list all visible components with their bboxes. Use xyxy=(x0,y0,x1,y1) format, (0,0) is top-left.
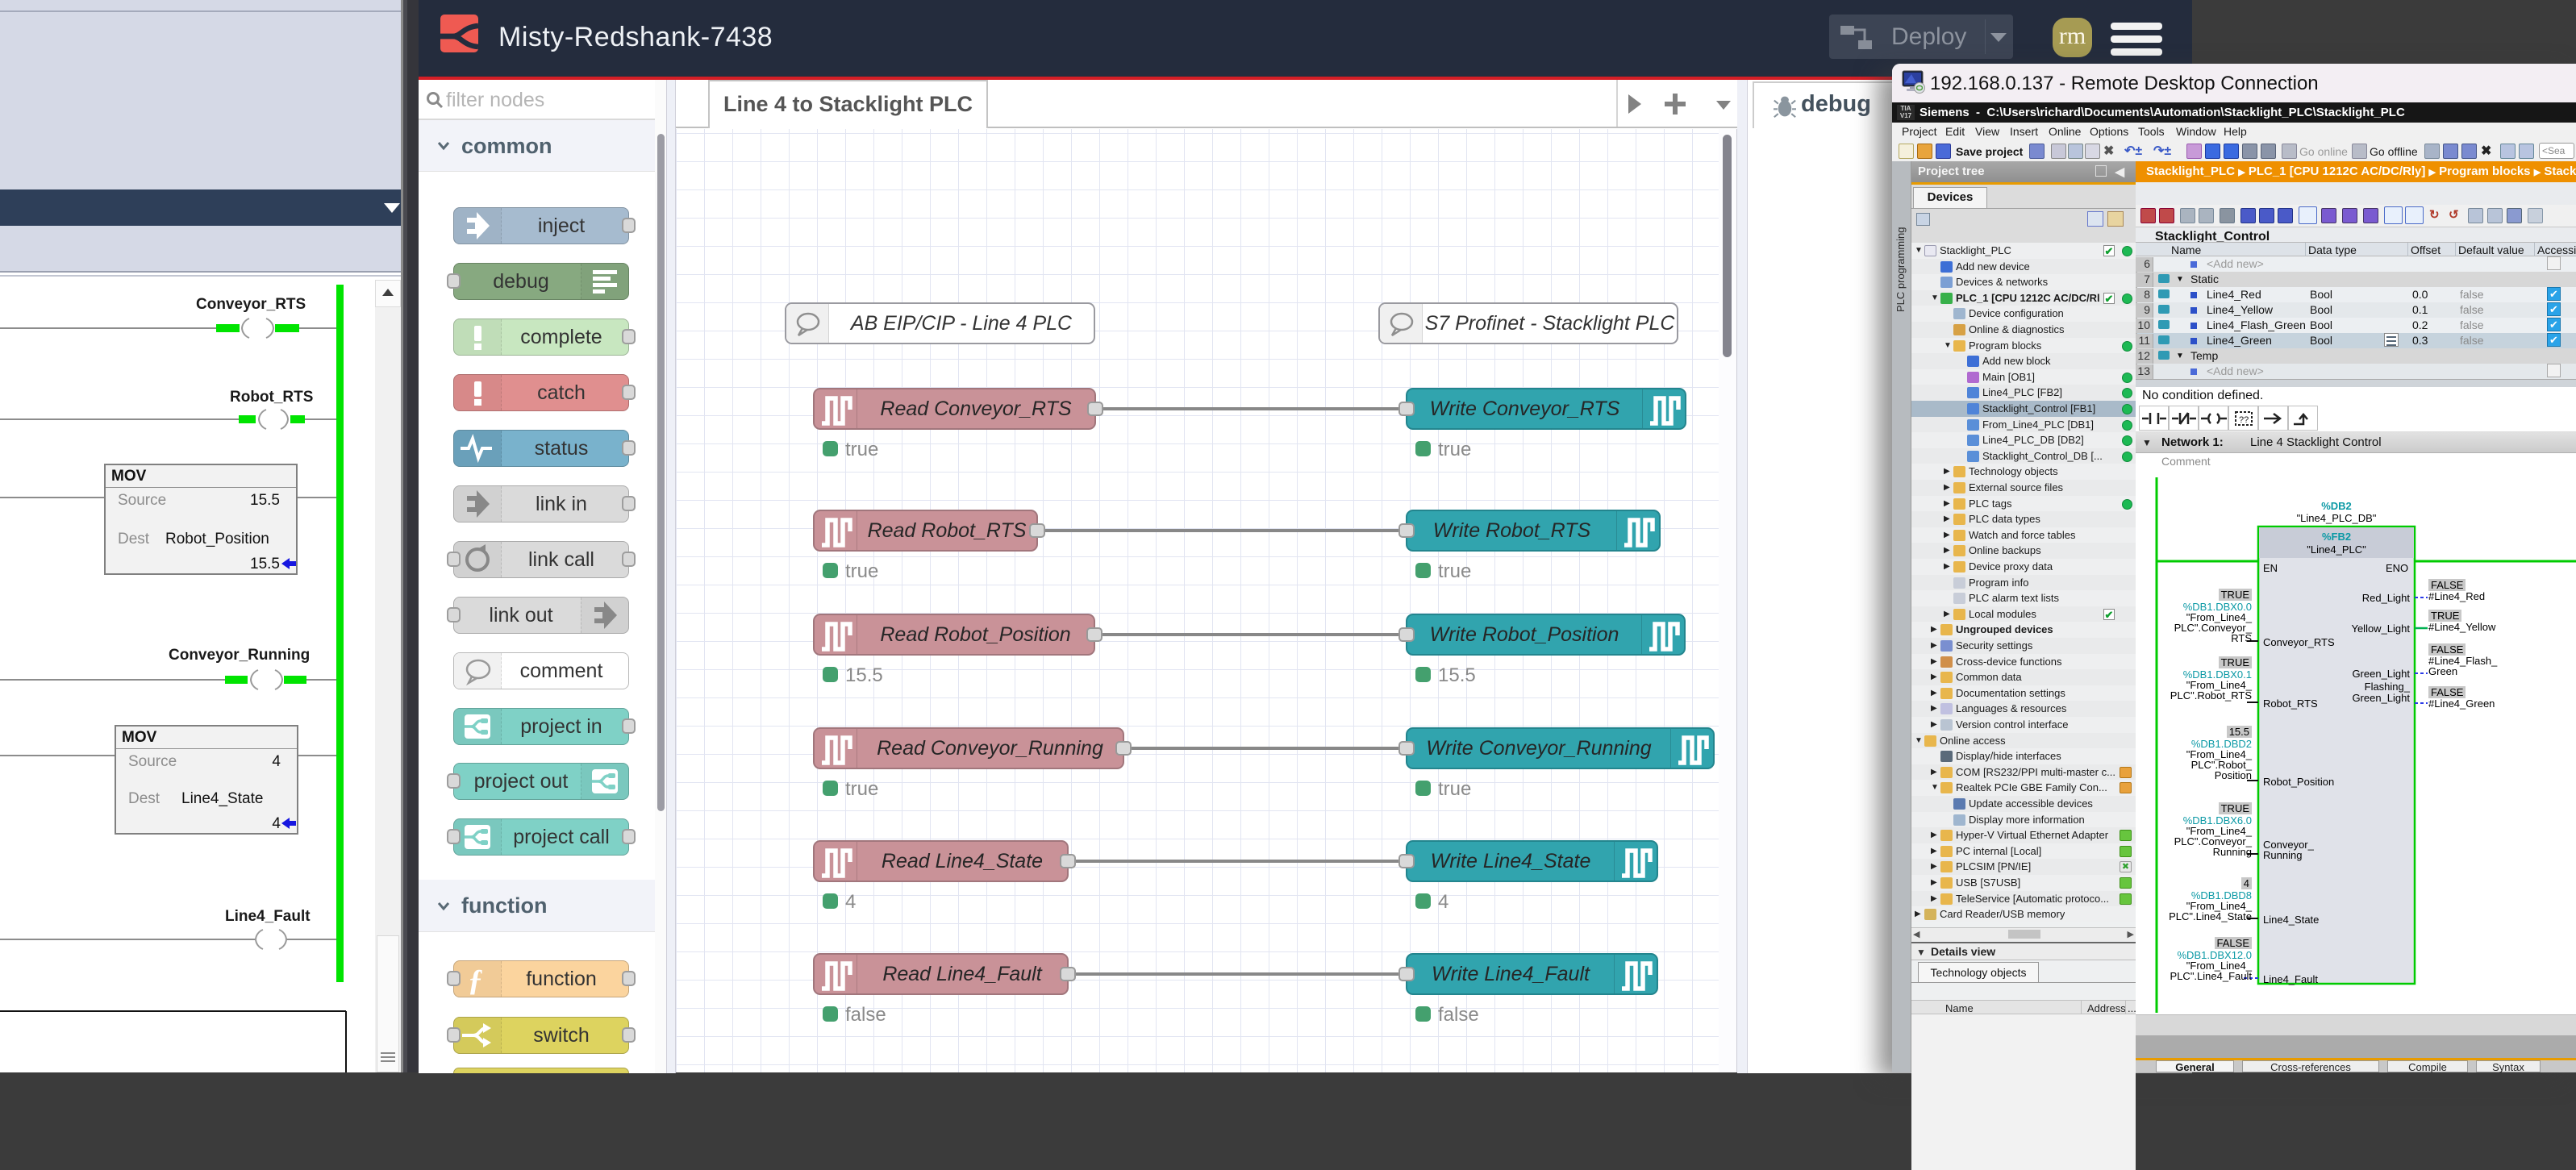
svg-text:??: ?? xyxy=(2239,415,2249,425)
